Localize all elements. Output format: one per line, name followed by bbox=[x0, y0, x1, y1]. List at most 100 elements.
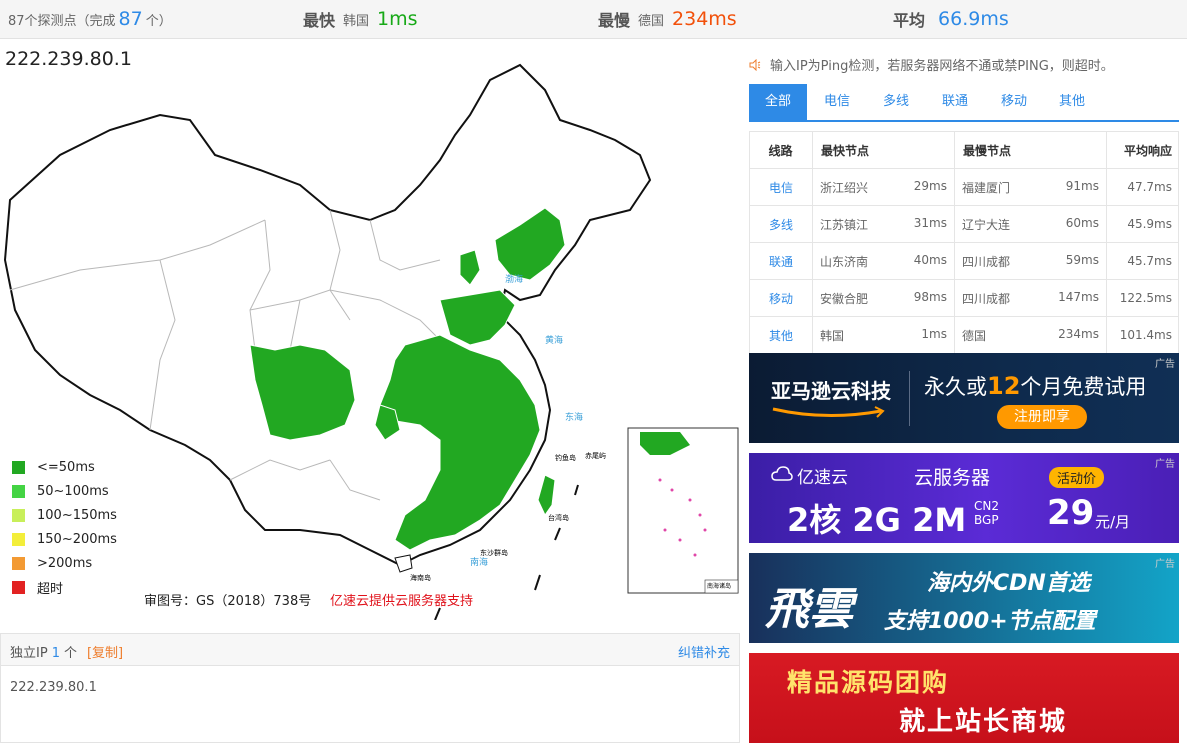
row-fastest-node: 安徽合肥 bbox=[820, 291, 869, 306]
slowest-label: 最慢 bbox=[598, 11, 631, 30]
row-line-link[interactable]: 电信 bbox=[749, 168, 813, 206]
svg-text:南海: 南海 bbox=[470, 556, 488, 568]
row-average: 122.5ms bbox=[1106, 279, 1179, 317]
unique-ip-label: 独立IP bbox=[10, 646, 48, 661]
row-slowest: 德国 234ms bbox=[954, 316, 1107, 354]
legend-label: 50~100ms bbox=[37, 483, 109, 499]
map-sponsor-link[interactable]: 亿速云提供云服务器支持 bbox=[330, 590, 473, 609]
row-slowest: 四川成都 147ms bbox=[954, 279, 1107, 317]
legend-label: 100~150ms bbox=[37, 507, 117, 523]
copy-button[interactable]: [复制] bbox=[87, 646, 123, 661]
svg-text:钓鱼岛: 钓鱼岛 bbox=[555, 453, 576, 462]
ad-yisuyun-bgp: BGP bbox=[974, 513, 999, 527]
row-fastest-node: 山东济南 bbox=[820, 254, 869, 269]
tab-unicom[interactable]: 联通 bbox=[925, 84, 985, 120]
ad-feiyun[interactable]: 广告 飛雲 海内外CDN首选 支持1000+节点配置 bbox=[749, 553, 1179, 643]
table-row: 其他 韩国 1ms 德国 234ms 101.4ms bbox=[749, 316, 1179, 354]
row-fastest: 韩国 1ms bbox=[812, 316, 955, 354]
row-fastest: 江苏镇江 31ms bbox=[812, 205, 955, 243]
tab-other[interactable]: 其他 bbox=[1043, 84, 1101, 120]
legend-item: 100~150ms bbox=[12, 503, 117, 527]
ad-yisuyun[interactable]: 广告 亿速云 云服务器 活动价 2核 2G 2M CN2 BGP 29 元/月 bbox=[749, 453, 1179, 543]
row-slowest-node: 四川成都 bbox=[962, 254, 1011, 269]
average-stat: 平均 66.9ms bbox=[893, 0, 1012, 38]
row-line-link[interactable]: 多线 bbox=[749, 205, 813, 243]
row-line-link[interactable]: 联通 bbox=[749, 242, 813, 280]
unique-ip-unit: 个 bbox=[63, 646, 77, 661]
ad-feiyun-line1: 海内外CDN首选 bbox=[927, 571, 1090, 596]
svg-text:南海诸岛: 南海诸岛 bbox=[707, 582, 731, 590]
tab-multiline[interactable]: 多线 bbox=[867, 84, 925, 120]
map-review-number: 审图号：GS（2018）738号 bbox=[144, 594, 312, 609]
row-slowest-node: 四川成都 bbox=[962, 291, 1011, 306]
cloud-logo-icon bbox=[771, 466, 793, 481]
row-fastest-ms: 1ms bbox=[921, 326, 947, 341]
row-fastest: 安徽合肥 98ms bbox=[812, 279, 955, 317]
table-row: 电信 浙江绍兴 29ms 福建厦门 91ms 47.7ms bbox=[749, 168, 1179, 206]
ad-source-line2: 就上站长商城 bbox=[899, 707, 1068, 737]
ad-aws-brand: 亚马逊云科技 bbox=[771, 379, 891, 403]
ad-aws[interactable]: 广告 亚马逊云科技 永久或12个月免费试用 注册即享 bbox=[749, 353, 1179, 443]
col-average: 平均响应 bbox=[1106, 131, 1179, 169]
ad-tag: 广告 bbox=[1155, 459, 1175, 470]
col-fastest: 最快节点 bbox=[812, 131, 955, 169]
ad-aws-text-b: 个月免费试用 bbox=[1020, 375, 1147, 399]
row-line-link[interactable]: 其他 bbox=[749, 316, 813, 354]
unique-ip-count: 1 bbox=[51, 646, 60, 661]
row-line-link[interactable]: 移动 bbox=[749, 279, 813, 317]
legend-swatch bbox=[12, 532, 25, 546]
ad-yisuyun-brand: 亿速云 bbox=[797, 468, 848, 488]
unique-ip-panel: 独立IP 1 个 [复制] 纠错补充 222.239.80.1 bbox=[0, 633, 740, 743]
fastest-stat: 最快 韩国 1ms bbox=[303, 0, 418, 38]
line-stats-table: 线路 最快节点 最慢节点 平均响应 电信 浙江绍兴 29ms 福建厦门 91ms 47.7… bbox=[749, 131, 1179, 354]
tab-mobile[interactable]: 移动 bbox=[985, 84, 1043, 120]
ad-feiyun-line2: 支持1000+节点配置 bbox=[884, 609, 1096, 634]
probe-count: 87个探测点（完成 87 个） bbox=[8, 0, 172, 38]
col-slowest: 最慢节点 bbox=[954, 131, 1107, 169]
legend-item: 50~100ms bbox=[12, 479, 117, 503]
average-value: 66.9ms bbox=[938, 8, 1009, 30]
legend-swatch bbox=[12, 460, 25, 474]
tab-telecom[interactable]: 电信 bbox=[807, 84, 867, 120]
row-fastest-ms: 29ms bbox=[913, 178, 947, 193]
legend-swatch bbox=[12, 508, 25, 522]
ad-yisuyun-badge: 活动价 bbox=[1049, 467, 1105, 488]
ad-yisuyun-price: 29 bbox=[1047, 493, 1095, 533]
row-fastest-node: 韩国 bbox=[820, 328, 845, 343]
ad-yisuyun-per: 元/月 bbox=[1095, 513, 1131, 531]
legend-item: 150~200ms bbox=[12, 527, 117, 551]
row-fastest-node: 江苏镇江 bbox=[820, 217, 869, 232]
svg-text:海南岛: 海南岛 bbox=[410, 573, 431, 582]
row-fastest-ms: 40ms bbox=[913, 252, 947, 267]
speaker-icon bbox=[749, 58, 761, 71]
ad-aws-text-num: 12 bbox=[987, 372, 1021, 400]
legend-label: >200ms bbox=[37, 555, 93, 571]
row-fastest-ms: 31ms bbox=[913, 215, 947, 230]
row-slowest-ms: 147ms bbox=[1058, 289, 1099, 304]
ad-source-line1: 精品源码团购 bbox=[787, 668, 950, 697]
row-slowest-node: 德国 bbox=[962, 328, 987, 343]
probe-count-label: 87个探测点（完成 bbox=[8, 13, 116, 29]
row-fastest-ms: 98ms bbox=[913, 289, 947, 304]
legend-swatch bbox=[12, 484, 25, 498]
fastest-location: 韩国 bbox=[343, 13, 370, 29]
row-slowest-ms: 60ms bbox=[1065, 215, 1099, 230]
row-slowest-node: 辽宁大连 bbox=[962, 217, 1011, 232]
svg-text:渤海: 渤海 bbox=[505, 273, 523, 285]
svg-text:东海: 东海 bbox=[565, 411, 583, 423]
correct-link[interactable]: 纠错补充 bbox=[678, 642, 730, 661]
ad-tag: 广告 bbox=[1155, 359, 1175, 370]
ad-source-code[interactable]: 精品源码团购 就上站长商城 bbox=[749, 653, 1179, 743]
fastest-label: 最快 bbox=[303, 11, 336, 30]
row-fastest: 山东济南 40ms bbox=[812, 242, 955, 280]
ad-aws-button[interactable]: 注册即享 bbox=[997, 405, 1087, 429]
ping-notice-text: 输入IP为Ping检测，若服务器网络不通或禁PING，则超时。 bbox=[770, 59, 1114, 74]
row-slowest-ms: 59ms bbox=[1065, 252, 1099, 267]
tab-all[interactable]: 全部 bbox=[749, 84, 807, 120]
svg-text:赤尾屿: 赤尾屿 bbox=[585, 451, 606, 460]
slowest-location: 德国 bbox=[638, 13, 665, 29]
ad-yisuyun-title: 云服务器 bbox=[914, 467, 991, 489]
col-line: 线路 bbox=[749, 131, 813, 169]
map-legend: <=50ms 50~100ms 100~150ms 150~200ms >200ms 超时 bbox=[12, 455, 117, 599]
unique-ip-list: 222.239.80.1 bbox=[10, 680, 97, 695]
